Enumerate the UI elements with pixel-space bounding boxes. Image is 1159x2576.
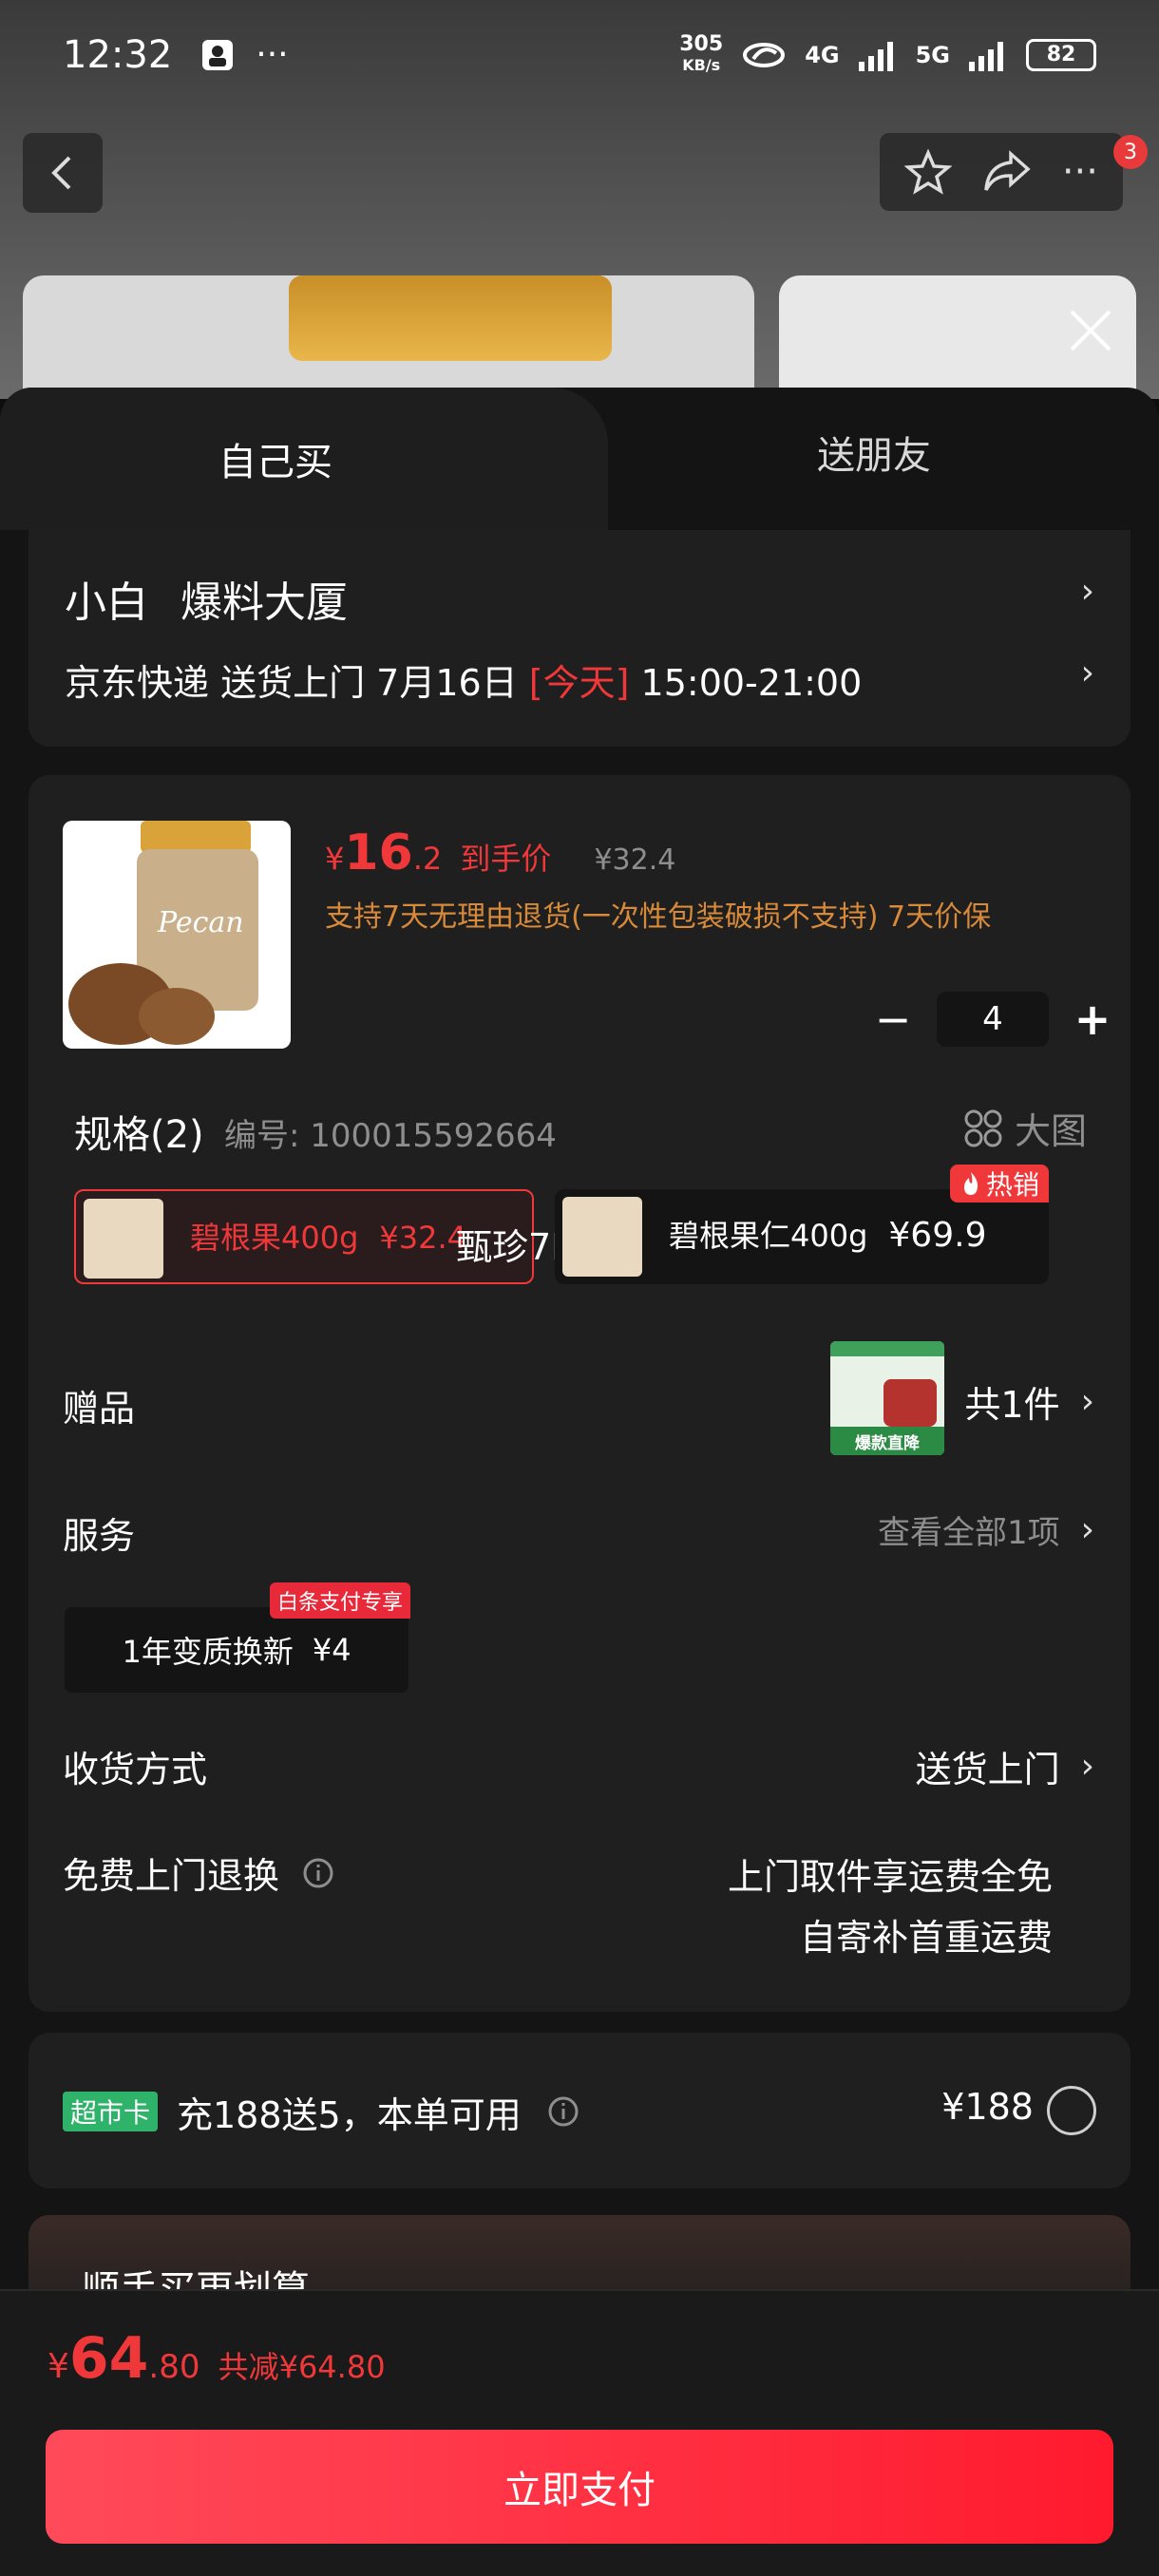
address-card[interactable]: 小白 爆料大厦 › 京东快递 送货上门 7月16日 [今天] 15:00-21:… xyxy=(28,530,1130,747)
price-label: 到手价 xyxy=(460,841,552,877)
net-type-5g: 5G xyxy=(915,41,950,68)
price-line: ¥16.2 到手价 ¥32.4 xyxy=(325,824,675,881)
free-return-line2: 自寄补首重运费 xyxy=(799,1917,1053,1959)
total-price: ¥64.80 共减¥64.80 xyxy=(48,2325,386,2392)
thumbnail-brand-text: Pecan xyxy=(158,906,244,939)
status-bar: 12:32 ··· 305 KB/s 4G 5G 82 xyxy=(0,0,1159,109)
market-card-badge: 超市卡 xyxy=(63,2092,159,2131)
free-return-row: 免费上门退换 xyxy=(63,1847,334,1899)
price-decimal: .2 xyxy=(412,841,443,877)
market-card-text: 充188送5，本单可用 xyxy=(177,2094,522,2136)
policy-text: 支持7天无理由退货(一次性包装破损不支持) 7天价保 xyxy=(325,900,992,934)
receive-method-value: 送货上门 xyxy=(915,1749,1060,1790)
more-options-icon[interactable]: ··· xyxy=(1062,150,1098,194)
service-chevron-icon: › xyxy=(1080,1510,1094,1549)
tab-buy-self[interactable]: 自己买 xyxy=(0,388,608,530)
market-card-row[interactable]: 超市卡 充188送5，本单可用 ¥188 xyxy=(28,2033,1130,2188)
app-notification-icon xyxy=(202,39,234,70)
product-card: Pecan ¥16.2 到手价 ¥32.4 支持7天无理由退货(一次性包装破损不… xyxy=(28,775,1130,2012)
price-integer: 16 xyxy=(344,824,413,881)
receive-chevron-icon: › xyxy=(1080,1747,1094,1786)
jar-lid xyxy=(289,275,612,361)
battery-indicator: 82 xyxy=(1026,38,1096,71)
tabs: 送朋友 自己买 xyxy=(0,388,1159,530)
service-option[interactable]: 1年变质换新 ¥4 白条支付专享 xyxy=(65,1582,410,1693)
spec-title: 规格(2) xyxy=(74,1113,204,1157)
quantity-stepper: − 4 + xyxy=(864,992,1121,1047)
big-image-label: 大图 xyxy=(1014,1110,1087,1152)
baitiao-badge: 白条支付专享 xyxy=(269,1582,410,1619)
service-view-all[interactable]: 查看全部1项 › xyxy=(878,1506,1094,1553)
gift-count: 共1件 xyxy=(964,1384,1060,1426)
gift-count-row[interactable]: 共1件 › xyxy=(964,1375,1094,1428)
service-item-label: 1年变质换新 xyxy=(122,1634,294,1670)
receive-method-row[interactable]: 送货上门 › xyxy=(916,1740,1094,1792)
service-item-price: ¥4 xyxy=(312,1632,352,1668)
gift-thumbnail[interactable]: 爆款直降 xyxy=(830,1341,944,1455)
plus-button[interactable]: + xyxy=(1064,994,1121,1045)
footer-bar: ¥64.80 共减¥64.80 立即支付 xyxy=(0,2289,1159,2576)
total-discount: 共减¥64.80 xyxy=(218,2349,386,2385)
spec-option-2-label: 碧根果仁400g ¥69.9 xyxy=(669,1216,987,1255)
delivery-time: 15:00-21:00 xyxy=(640,662,863,704)
free-return-line1: 上门取件享运费全免 xyxy=(727,1856,1053,1898)
market-info-icon[interactable] xyxy=(547,2095,580,2128)
gift-thumbnail-text: 爆款直降 xyxy=(830,1427,944,1455)
signal-icon xyxy=(858,41,893,71)
close-icon[interactable] xyxy=(1064,304,1117,357)
spec-code: 编号: 100015592664 xyxy=(224,1117,557,1155)
status-right: 305 KB/s 4G 5G 82 xyxy=(679,31,1096,76)
spec-option-2[interactable]: 碧根果仁400g ¥69.9 热销 xyxy=(555,1165,1049,1284)
share-icon[interactable] xyxy=(982,150,1032,194)
delivery-line: 京东快递 送货上门 7月16日 [今天] 15:00-21:00 xyxy=(65,653,862,706)
spec-option-2-thumbnail xyxy=(562,1197,642,1277)
delivery-chevron-icon: › xyxy=(1080,653,1094,692)
net-speed: 305 KB/s xyxy=(679,31,724,74)
fire-icon xyxy=(963,1172,978,1195)
market-card-price: ¥188 xyxy=(941,2086,1034,2128)
service-label: 服务 xyxy=(63,1515,136,1557)
quantity-value[interactable]: 4 xyxy=(937,992,1049,1047)
spec-option-label: 碧根果400g ¥32.4 xyxy=(190,1220,467,1256)
chevron-left-icon xyxy=(51,156,71,190)
service-view-all-label: 查看全部1项 xyxy=(877,1514,1060,1552)
receive-method-label: 收货方式 xyxy=(63,1749,208,1790)
gift-label: 赠品 xyxy=(63,1388,136,1430)
free-return-detail: 上门取件享运费全免 自寄补首重运费 xyxy=(728,1847,1053,1968)
address-chevron-icon: › xyxy=(1080,572,1094,611)
info-icon[interactable] xyxy=(302,1857,334,1889)
net-type-4g: 4G xyxy=(805,41,840,68)
receiver-name: 小白 xyxy=(65,578,148,627)
delivery-prefix: 京东快递 送货上门 7月16日 xyxy=(65,662,518,704)
spec-option-thumbnail xyxy=(84,1199,163,1279)
back-button[interactable] xyxy=(23,133,103,213)
market-card-radio[interactable] xyxy=(1047,2086,1096,2135)
top-actions: ··· xyxy=(880,133,1123,211)
purchase-sheet: 送朋友 自己买 小白 爆料大厦 › 京东快递 送货上门 7月16日 [今天] 1… xyxy=(0,388,1159,2576)
status-time: 12:32 xyxy=(63,32,173,77)
big-image-button[interactable]: 大图 xyxy=(963,1102,1087,1154)
notification-badge: 3 xyxy=(1113,135,1148,169)
free-return-label: 免费上门退换 xyxy=(63,1855,280,1897)
tab-gift-friend[interactable]: 送朋友 xyxy=(589,388,1159,517)
signal-icon-2 xyxy=(969,41,1003,71)
delivery-today: [今天] xyxy=(528,662,630,704)
receiver-location: 爆料大厦 xyxy=(180,578,348,627)
product-thumbnail[interactable]: Pecan xyxy=(63,821,291,1049)
minus-button[interactable]: − xyxy=(864,994,922,1045)
pay-button[interactable]: 立即支付 xyxy=(46,2430,1113,2544)
hot-sale-badge: 热销 xyxy=(949,1165,1049,1203)
grid-icon xyxy=(964,1109,1002,1146)
status-left-icons: ··· xyxy=(200,35,289,74)
original-price: ¥32.4 xyxy=(594,843,676,877)
gift-chevron-icon: › xyxy=(1080,1382,1094,1421)
more-status-icon: ··· xyxy=(256,35,289,74)
address-line: 小白 爆料大厦 xyxy=(65,568,348,629)
star-icon[interactable] xyxy=(903,148,952,196)
hd-voice-icon xyxy=(743,42,786,67)
spec-option-selected[interactable]: 碧根果400g ¥32.4 甄珍7BM5 xyxy=(74,1189,630,1284)
price-symbol: ¥ xyxy=(325,841,345,877)
